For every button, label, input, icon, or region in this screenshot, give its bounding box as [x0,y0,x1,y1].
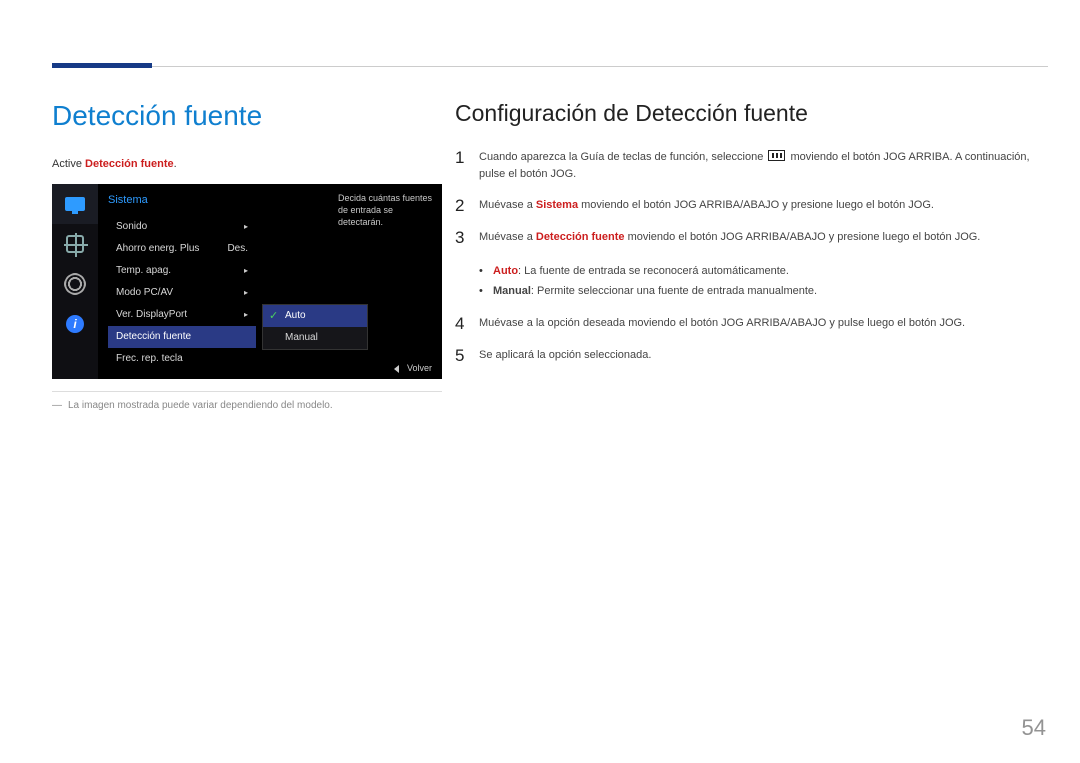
bullet-highlight: Manual [493,285,531,297]
osd-row-modo: Modo PC/AV ▸ [108,282,256,304]
osd-tooltip: Decida cuántas fuentes de entrada se det… [338,192,434,228]
step-3: 3 Muévase a Detección fuente moviendo el… [455,229,1046,247]
step-1: 1 Cuando aparezca la Guía de teclas de f… [455,149,1046,183]
bullet-highlight: Auto [493,265,518,277]
step-body: Cuando aparezca la Guía de teclas de fun… [479,149,1046,183]
osd-footer-label: Volver [407,363,432,373]
chevron-right-icon: ▸ [244,216,248,238]
bullet-manual: • Manual: Permite seleccionar una fuente… [479,281,1046,301]
step-text: Muévase a [479,199,536,211]
top-rule [52,66,1048,67]
step-4: 4 Muévase a la opción deseada moviendo e… [455,315,1046,333]
step-text: Cuando aparezca la Guía de teclas de fun… [479,151,766,163]
step-text: Muévase a [479,231,536,243]
footnote-dash: ― [52,400,62,411]
bullet-text: Auto: La fuente de entrada se reconocerá… [493,261,789,281]
osd-sub-auto: Auto [263,305,367,327]
gear-icon [52,264,98,304]
sub-bullets: • Auto: La fuente de entrada se reconoce… [479,261,1046,301]
bullet-text: Manual: Permite seleccionar una fuente d… [493,281,817,301]
osd-row-label: Detección fuente [116,326,191,348]
osd-sidebar: i [52,184,98,379]
step-number: 5 [455,347,479,365]
step-text: moviendo el botón JOG ARRIBA/ABAJO y pre… [625,231,981,243]
page-number: 54 [1022,715,1046,741]
step-number: 1 [455,149,479,167]
osd-row-label: Ver. DisplayPort [116,304,187,326]
config-heading: Configuración de Detección fuente [455,100,1046,127]
osd-row-displayport: Ver. DisplayPort ▸ [108,304,256,326]
info-icon: i [52,304,98,344]
bullet-dot: • [479,261,493,281]
bullet-rest: : La fuente de entrada se reconocerá aut… [518,265,789,277]
picture-icon [52,224,98,264]
osd-row-value: Des. [227,238,248,260]
step-body: Muévase a Detección fuente moviendo el b… [479,229,1046,246]
chevron-right-icon: ▸ [244,282,248,304]
chevron-right-icon: ▸ [244,260,248,282]
osd-row-temp: Temp. apag. ▸ [108,260,256,282]
footnote-divider [52,391,442,392]
osd-row-label: Frec. rep. tecla [116,348,183,370]
step-number: 2 [455,197,479,215]
osd-sub-manual: Manual [263,327,367,349]
osd-footer: Volver [394,363,432,373]
osd-row-frec: Frec. rep. tecla [108,348,256,370]
triangle-left-icon [394,365,399,373]
bullet-auto: • Auto: La fuente de entrada se reconoce… [479,261,1046,281]
osd-screenshot: i Sistema Sonido ▸ Ahorro energ. Plus De… [52,184,442,379]
footnote-text: La imagen mostrada puede variar dependie… [68,400,333,411]
step-body: Se aplicará la opción seleccionada. [479,347,1046,364]
step-5: 5 Se aplicará la opción seleccionada. [455,347,1046,365]
intro-suffix: . [174,158,177,170]
monitor-icon [52,184,98,224]
chevron-right-icon: ▸ [244,304,248,326]
step-highlight: Sistema [536,199,578,211]
osd-menu: Sonido ▸ Ahorro energ. Plus Des. Temp. a… [108,216,256,370]
left-column: Detección fuente Active Detección fuente… [52,100,442,411]
intro-prefix: Active [52,158,85,170]
right-column: Configuración de Detección fuente 1 Cuan… [455,100,1046,379]
osd-row-label: Ahorro energ. Plus [116,238,199,260]
bullet-rest: : Permite seleccionar una fuente de entr… [531,285,817,297]
osd-row-deteccion: Detección fuente [108,326,256,348]
step-2: 2 Muévase a Sistema moviendo el botón JO… [455,197,1046,215]
section-heading: Detección fuente [52,100,442,132]
bullet-dot: • [479,281,493,301]
step-number: 3 [455,229,479,247]
step-body: Muévase a la opción deseada moviendo el … [479,315,1046,332]
osd-row-sonido: Sonido ▸ [108,216,256,238]
osd-row-label: Temp. apag. [116,260,171,282]
step-number: 4 [455,315,479,333]
footnote: ― La imagen mostrada puede variar dependi… [52,400,442,411]
step-body: Muévase a Sistema moviendo el botón JOG … [479,197,1046,214]
intro-highlight: Detección fuente [85,158,174,170]
osd-row-ahorro: Ahorro energ. Plus Des. [108,238,256,260]
osd-title: Sistema [108,194,148,206]
menu-grid-icon [768,150,785,161]
top-accent-bar [52,63,152,68]
osd-row-label: Sonido [116,216,147,238]
osd-submenu: Auto Manual [262,304,368,350]
step-highlight: Detección fuente [536,231,625,243]
osd-row-label: Modo PC/AV [116,282,173,304]
intro-text: Active Detección fuente. [52,158,442,170]
step-text: moviendo el botón JOG ARRIBA/ABAJO y pre… [578,199,934,211]
